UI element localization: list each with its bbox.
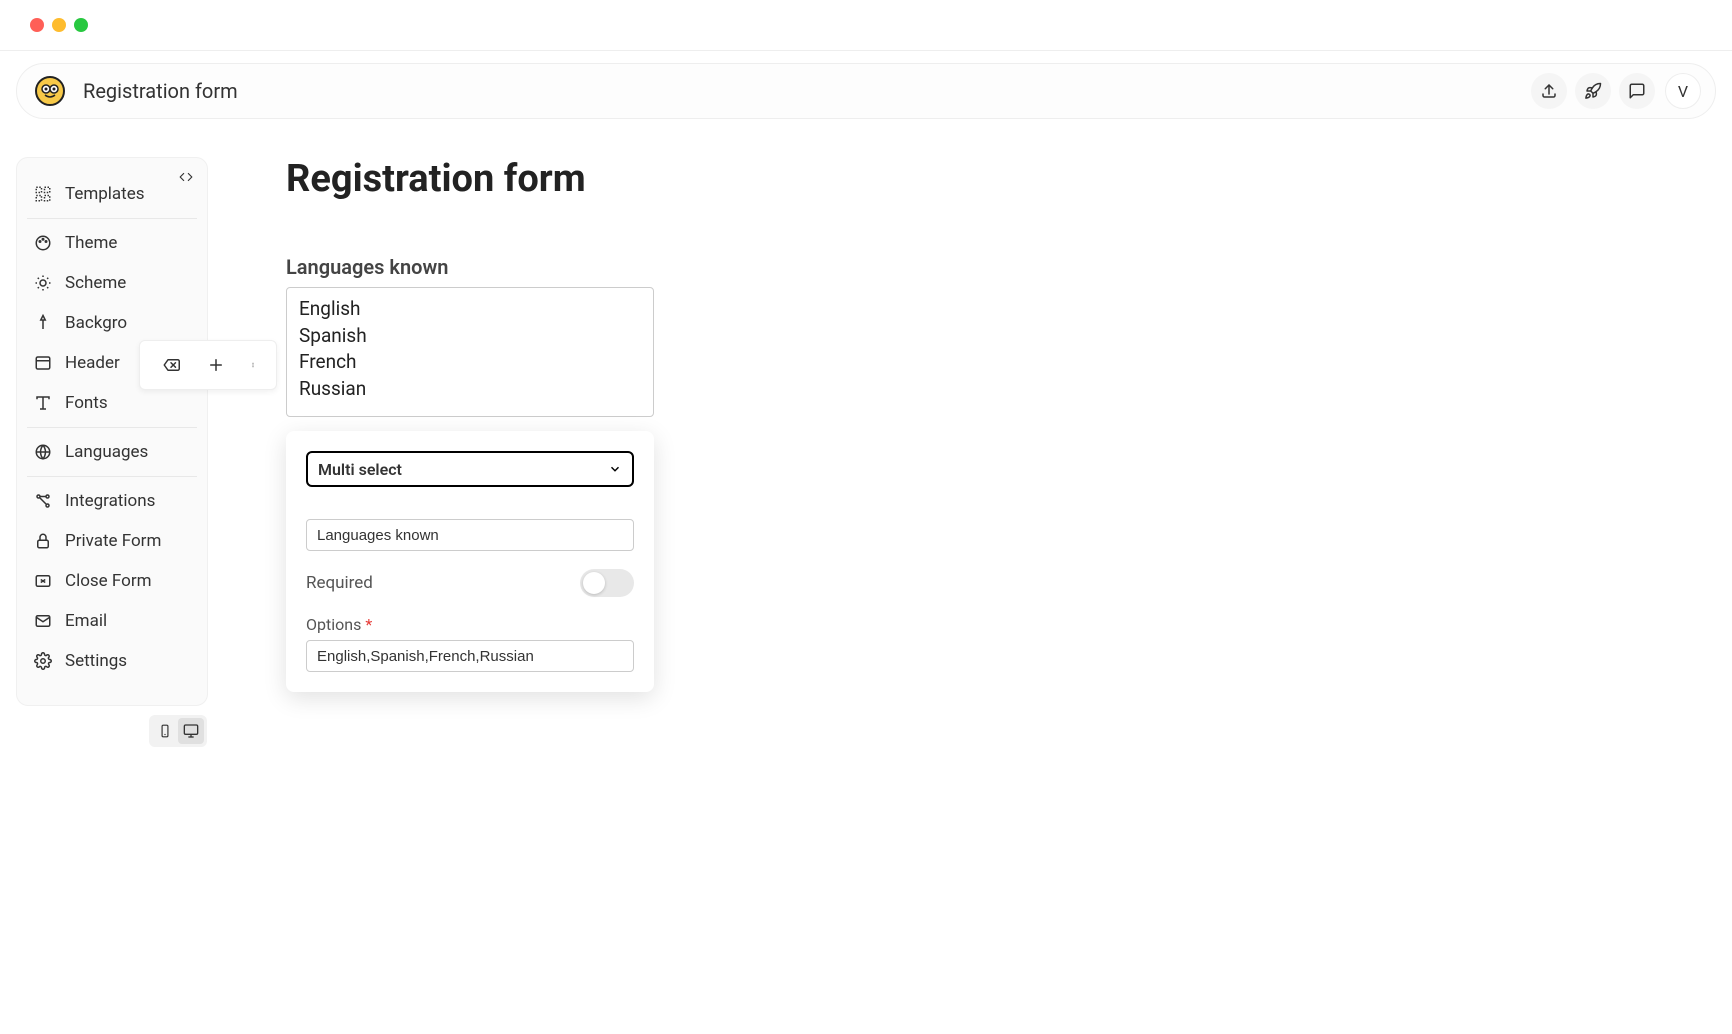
sidebar-item-label: Private Form (65, 531, 161, 551)
options-label: Options * (306, 615, 634, 634)
sidebar-item-label: Scheme (65, 273, 126, 293)
nodes-icon (33, 492, 53, 510)
globe-icon (33, 443, 53, 461)
sidebar-item-label: Languages (65, 442, 148, 462)
sidebar-item-label: Close Form (65, 571, 152, 591)
sidebar-item-label: Fonts (65, 393, 108, 413)
sidebar-item-theme[interactable]: Theme (27, 223, 197, 263)
minimize-window-button[interactable] (52, 18, 66, 32)
sidebar-item-label: Integrations (65, 491, 155, 511)
field-label[interactable]: Languages known (286, 255, 986, 279)
gear-icon (33, 652, 53, 670)
multiselect-option[interactable]: Russian (299, 376, 641, 403)
pin-icon (33, 314, 53, 332)
top-bar: Registration form V (16, 63, 1716, 119)
sidebar-item-label: Theme (65, 233, 117, 253)
multiselect-option[interactable]: French (299, 349, 641, 376)
sidebar-item-label: Settings (65, 651, 127, 671)
close-panel-icon (33, 572, 53, 590)
mobile-view-button[interactable] (152, 718, 178, 744)
sidebar-item-close-form[interactable]: Close Form (27, 561, 197, 601)
multiselect-option[interactable]: Spanish (299, 323, 641, 350)
sidebar-item-label: Backgro (65, 313, 127, 333)
multiselect-option[interactable]: English (299, 296, 641, 323)
field-config-panel: Multi select Required Options * (286, 431, 654, 692)
templates-icon (33, 185, 53, 203)
sidebar-item-label: Email (65, 611, 107, 631)
share-button[interactable] (1531, 73, 1567, 109)
app-logo[interactable] (35, 76, 65, 106)
chevron-down-icon (608, 462, 622, 476)
code-view-toggle[interactable] (177, 170, 195, 184)
user-avatar[interactable]: V (1665, 73, 1701, 109)
form-canvas: Registration form Languages known Englis… (286, 157, 986, 692)
page-title-header: Registration form (83, 79, 238, 103)
sidebar-item-languages[interactable]: Languages (27, 432, 197, 472)
required-row: Required (306, 569, 634, 597)
sidebar-separator (27, 476, 197, 477)
sidebar-item-templates[interactable]: Templates (27, 174, 197, 214)
field-type-label: Multi select (318, 460, 402, 479)
maximize-window-button[interactable] (74, 18, 88, 32)
sidebar-item-label: Templates (65, 184, 145, 204)
sidebar-item-background[interactable]: Backgro (27, 303, 197, 343)
sidebar-separator (27, 427, 197, 428)
layout-icon (33, 354, 53, 372)
options-input[interactable] (306, 640, 634, 672)
window-controls (0, 0, 1732, 50)
palette-icon (33, 234, 53, 252)
comments-button[interactable] (1619, 73, 1655, 109)
sidebar-separator (27, 218, 197, 219)
mail-icon (33, 612, 53, 630)
desktop-view-button[interactable] (178, 718, 204, 744)
field-name-input[interactable] (306, 519, 634, 551)
close-window-button[interactable] (30, 18, 44, 32)
more-actions-button[interactable] (246, 352, 260, 378)
required-label: Required (306, 573, 373, 593)
lock-icon (33, 532, 53, 550)
sidebar-item-settings[interactable]: Settings (27, 641, 197, 681)
add-item-button[interactable] (203, 352, 229, 378)
sidebar-item-email[interactable]: Email (27, 601, 197, 641)
device-view-toggle (149, 715, 207, 747)
sidebar-item-scheme[interactable]: Scheme (27, 263, 197, 303)
sidebar-item-label: Header (65, 353, 120, 373)
sidebar: Templates Theme Scheme Backgro Header Fo… (16, 157, 208, 706)
item-actions-overlay (139, 340, 277, 390)
sun-icon (33, 274, 53, 292)
divider (0, 50, 1732, 51)
sidebar-item-private-form[interactable]: Private Form (27, 521, 197, 561)
form-title[interactable]: Registration form (286, 157, 986, 201)
sidebar-item-integrations[interactable]: Integrations (27, 481, 197, 521)
delete-item-button[interactable] (156, 352, 186, 378)
field-type-select[interactable]: Multi select (306, 451, 634, 487)
required-toggle[interactable] (580, 569, 634, 597)
multiselect-field[interactable]: English Spanish French Russian (286, 287, 654, 417)
type-icon (33, 394, 53, 412)
publish-button[interactable] (1575, 73, 1611, 109)
